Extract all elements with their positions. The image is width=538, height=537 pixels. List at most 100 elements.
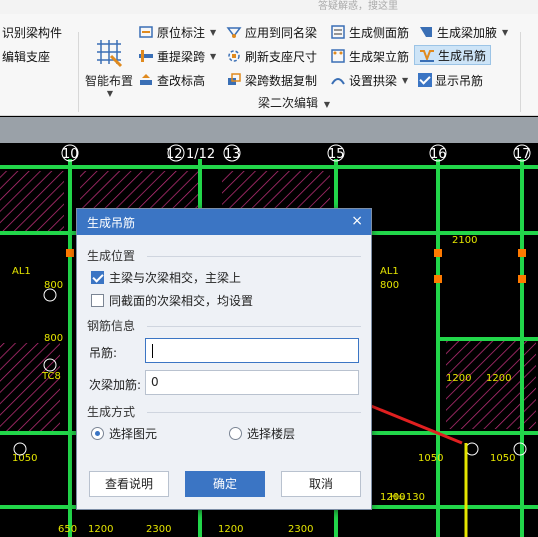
inline-annotation-button[interactable]: 原位标注 ▼: [138, 22, 216, 42]
cad-label: 1200: [88, 524, 113, 535]
ok-button[interactable]: 确定: [185, 471, 265, 497]
gen-hanging-rebar-label: 生成吊筋: [438, 48, 487, 63]
identify-beam-button[interactable]: 识别梁构件: [2, 22, 62, 42]
search-box[interactable]: 答疑解惑，搜这里: [318, 0, 458, 13]
section-mode-label: 生成方式: [87, 405, 136, 419]
apply-icon: [226, 24, 242, 40]
radio-floor-label: 选择楼层: [247, 427, 296, 441]
chevron-down-icon: ▼: [502, 27, 509, 37]
gen-side-rebar-button[interactable]: 生成侧面筋: [330, 22, 409, 42]
radio-element-dot[interactable]: [91, 427, 104, 440]
opt-same-checkbox[interactable]: [91, 294, 104, 307]
radio-element-label: 选择图元: [109, 427, 158, 441]
opt-main-checkbox[interactable]: [91, 271, 104, 284]
cad-label: 1200: [486, 373, 511, 384]
secondary-rebar-value: 0: [151, 375, 159, 389]
dialog-title: 生成吊筋: [87, 216, 136, 230]
apply-same-name-label: 应用到同名梁: [245, 25, 318, 40]
ribbon-group-label: 梁二次编辑 ▼: [258, 94, 330, 111]
hatched-wall: [0, 171, 64, 233]
identify-beam-label: 识别梁构件: [2, 25, 63, 40]
section-divider: [147, 326, 361, 327]
hanging-rebar-input[interactable]: [145, 338, 359, 363]
opt-same-section[interactable]: 同截面的次梁相交，均设置: [91, 292, 253, 309]
show-hanging-rebar-toggle[interactable]: 显示吊筋: [418, 70, 483, 90]
chevron-down-icon: ▼: [106, 89, 114, 98]
edit-support-button[interactable]: 编辑支座: [2, 46, 50, 66]
cad-label: 1200: [380, 492, 405, 503]
axis-label: 12: [166, 147, 183, 162]
secondary-rebar-input[interactable]: 0: [145, 370, 359, 395]
gen-hanging-rebar-button[interactable]: 生成吊筋: [414, 45, 492, 65]
section-divider: [147, 256, 361, 257]
inline-annotation-label: 原位标注: [157, 25, 206, 40]
ribbon-divider: [78, 32, 79, 112]
chevron-down-icon: ▼: [210, 51, 217, 61]
chevron-down-icon: ▼: [402, 75, 409, 85]
set-arch-beam-button[interactable]: 设置拱梁 ▼: [330, 70, 408, 90]
group-label-text: 梁二次编辑: [258, 96, 319, 110]
secondary-rebar-field-label: 次梁加筋:: [89, 378, 142, 392]
section-divider: [147, 412, 361, 413]
cad-label: AL1: [380, 266, 399, 277]
elevation-icon: [138, 72, 154, 88]
cad-label: 2300: [288, 524, 313, 535]
axis-label: 16: [430, 147, 447, 162]
refresh-icon: [226, 48, 242, 64]
cad-label: 1200: [446, 373, 471, 384]
radio-select-floor[interactable]: 选择楼层: [229, 425, 295, 442]
cancel-button[interactable]: 取消: [281, 471, 361, 497]
edit-support-label: 编辑支座: [2, 49, 51, 64]
show-hanging-checkbox[interactable]: [418, 73, 432, 87]
text-cursor: [152, 344, 153, 358]
copy-span-data-button[interactable]: 梁跨数据复制: [226, 70, 317, 90]
axis-label: 13: [224, 147, 241, 162]
check-elevation-button[interactable]: 查改标高: [138, 70, 205, 90]
chevron-down-icon: ▼: [210, 27, 217, 37]
tab-strip: [0, 117, 538, 143]
cad-label: 800: [44, 333, 63, 344]
section-rebar-label: 钢筋信息: [87, 319, 136, 333]
ribbon-toolbar: 识别梁构件 编辑支座 智能布置 ▼ 原位标注 ▼ 重提梁跨 ▼ 查改标高 应用到…: [0, 14, 538, 116]
hanging-rebar-dialog: 生成吊筋 × 生成位置 主梁与次梁相交，主梁上 同截面的次梁相交，均设置 钢筋信…: [76, 208, 372, 510]
hanging-rebar-icon: [419, 47, 435, 63]
apply-same-name-button[interactable]: 应用到同名梁: [226, 22, 317, 42]
gen-erection-rebar-button[interactable]: 生成架立筋: [330, 46, 409, 66]
show-hanging-rebar-label: 显示吊筋: [435, 73, 484, 88]
axis-label: 15: [328, 147, 345, 162]
check-elevation-label: 查改标高: [157, 73, 206, 88]
reextract-span-button[interactable]: 重提梁跨 ▼: [138, 46, 216, 66]
grid-layout-icon: [93, 36, 125, 68]
side-rebar-icon: [330, 24, 346, 40]
cad-label: 800: [380, 280, 399, 291]
radio-floor-dot[interactable]: [229, 427, 242, 440]
refresh-support-button[interactable]: 刷新支座尺寸: [226, 46, 317, 66]
hanging-rebar-field-label: 吊筋:: [89, 346, 118, 360]
cad-label: TC8: [41, 371, 61, 382]
help-button[interactable]: 查看说明: [89, 471, 169, 497]
annotation-icon: [138, 24, 154, 40]
gen-beam-haunch-button[interactable]: 生成梁加腋 ▼: [418, 22, 508, 42]
haunch-icon: [418, 24, 434, 40]
cad-label: 1050: [490, 453, 515, 464]
chevron-down-icon: ▼: [323, 100, 330, 109]
gen-side-rebar-label: 生成侧面筋: [349, 25, 410, 40]
axis-label: 10: [62, 147, 79, 162]
set-arch-beam-label: 设置拱梁: [349, 73, 398, 88]
opt-same-label: 同截面的次梁相交，均设置: [109, 294, 254, 308]
gen-beam-haunch-label: 生成梁加腋: [437, 25, 498, 40]
cad-label: 1050: [12, 453, 37, 464]
erection-rebar-icon: [330, 48, 346, 64]
smart-layout-button[interactable]: 智能布置 ▼: [84, 36, 134, 98]
cad-label: 2100: [452, 235, 477, 246]
section-position-label: 生成位置: [87, 249, 136, 263]
cad-label: 2300: [146, 524, 171, 535]
close-icon[interactable]: ×: [351, 213, 363, 229]
opt-main-label: 主梁与次梁相交，主梁上: [109, 271, 242, 285]
cad-label: 650: [58, 524, 77, 535]
ribbon-divider: [520, 32, 521, 112]
copy-span-data-label: 梁跨数据复制: [245, 73, 318, 88]
opt-main-beam[interactable]: 主梁与次梁相交，主梁上: [91, 269, 241, 286]
dialog-titlebar: 生成吊筋 ×: [77, 209, 371, 235]
radio-select-element[interactable]: 选择图元: [91, 425, 157, 442]
